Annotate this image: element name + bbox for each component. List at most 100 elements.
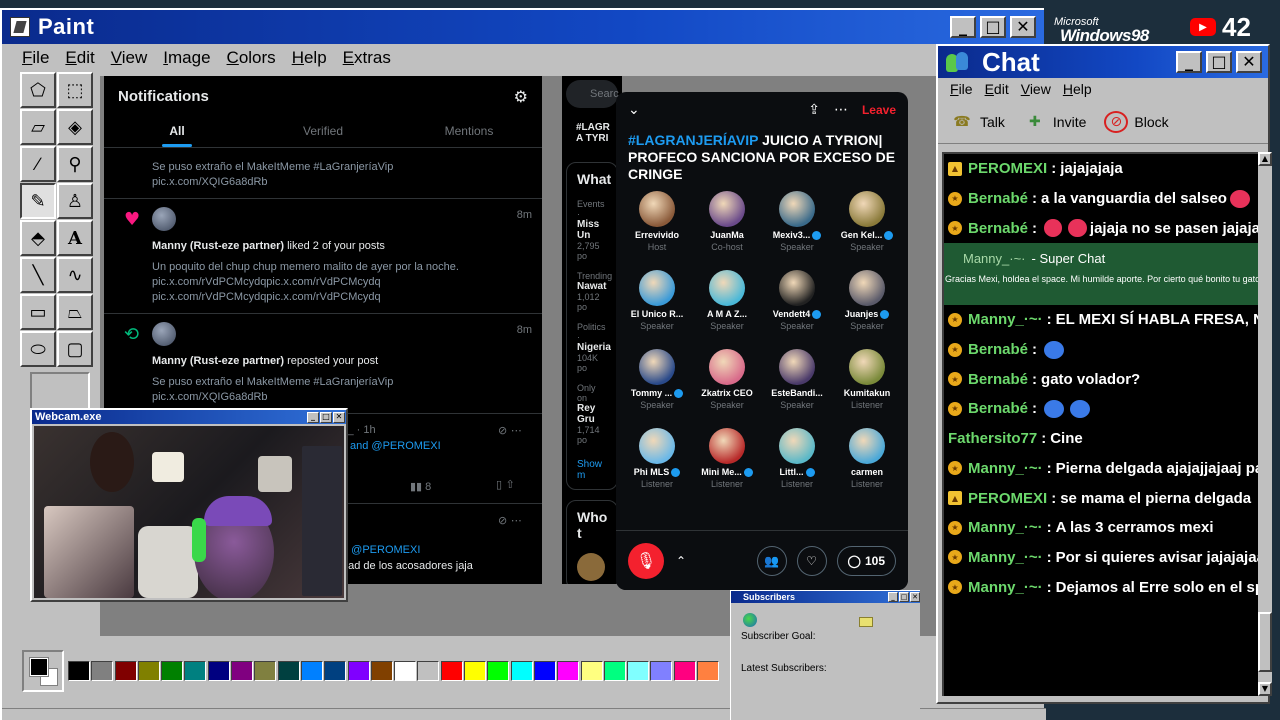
menu-help[interactable]: Help [286, 48, 333, 68]
heart-plus-icon[interactable]: ♡ [796, 545, 827, 576]
palette-swatch[interactable] [277, 661, 300, 681]
palette-swatch[interactable] [440, 661, 463, 681]
mention-link[interactable]: and @PEROMEXI [350, 440, 441, 452]
speaker-card[interactable]: Juanjes Speaker [832, 270, 902, 349]
chat-author[interactable]: Bernabé [968, 400, 1028, 417]
menu-edit[interactable]: Edit [981, 81, 1013, 97]
free-select-icon[interactable]: ⬠ [20, 72, 56, 108]
comments-button[interactable]: ◯ 105 [836, 545, 896, 576]
chat-author[interactable]: Manny_·~· [968, 460, 1043, 477]
chat-messages[interactable]: ▲ PEROMEXI: jajajajaja ★ Bernabé: a la vangua… [942, 152, 1260, 696]
speaker-card[interactable]: Phi MLS Listener [622, 428, 692, 507]
avatar[interactable] [152, 207, 176, 231]
palette-swatch[interactable] [231, 661, 254, 681]
notification-item[interactable]: Se puso extraño el MakeItMeme #LaGranjer… [104, 148, 542, 199]
chat-message[interactable]: ★ Bernabé: [944, 394, 1260, 424]
close-button[interactable]: ✕ [910, 592, 920, 602]
notification-item[interactable]: ♥ 8m Manny (Rust-eze partner) liked 2 of… [104, 199, 542, 314]
chat-author[interactable]: Bernabé [968, 341, 1028, 358]
chat-message[interactable]: ★ Bernabé: gato volador? [944, 364, 1260, 394]
avatar[interactable] [779, 270, 815, 306]
chat-message[interactable]: Fathersito77: Cine [944, 424, 1260, 454]
chat-author[interactable]: PEROMEXI [968, 160, 1047, 177]
speaker-card[interactable]: Vendett4 Speaker [762, 270, 832, 349]
palette-swatch[interactable] [300, 661, 323, 681]
avatar[interactable] [639, 428, 675, 464]
airbrush-icon[interactable]: ⬘ [20, 220, 56, 256]
palette-swatch[interactable] [207, 661, 230, 681]
minimize-button[interactable]: _ [888, 592, 898, 602]
palette-swatch[interactable] [370, 661, 393, 681]
ellipse-icon[interactable]: ⬭ [20, 331, 56, 367]
chat-author[interactable]: Bernabé [968, 190, 1028, 207]
palette-swatch[interactable] [417, 661, 440, 681]
speaker-card[interactable]: EsteBandi... Speaker [762, 349, 832, 428]
palette-swatch[interactable] [91, 661, 114, 681]
chat-titlebar[interactable]: Chat _ □ ✕ [938, 46, 1268, 78]
scroll-down-button[interactable]: ▼ [1258, 682, 1272, 696]
fill-icon[interactable]: ◈ [57, 109, 93, 145]
avatar[interactable] [709, 270, 745, 306]
menu-extras[interactable]: Extras [337, 48, 397, 68]
trend-title[interactable]: #LAGR A TYRI [562, 108, 622, 144]
palette-swatch[interactable] [510, 661, 533, 681]
menu-colors[interactable]: Colors [221, 48, 282, 68]
magnifier-icon[interactable]: ⚲ [57, 146, 93, 182]
chat-author[interactable]: Manny_·~· [968, 549, 1043, 566]
palette-swatch[interactable] [533, 661, 556, 681]
space-hashtag[interactable]: #LAGRANJERÍAVIP [628, 132, 758, 148]
subscribers-titlebar[interactable]: Subscribers _ □ ✕ [731, 591, 920, 603]
leave-button[interactable]: Leave [862, 103, 896, 117]
menu-view[interactable]: View [105, 48, 154, 68]
minimize-button[interactable]: _ [1176, 51, 1202, 73]
menu-help[interactable]: Help [1059, 81, 1096, 97]
rounded-rect-icon[interactable]: ▢ [57, 331, 93, 367]
chat-author[interactable]: Bernabé [968, 371, 1028, 388]
palette-swatch[interactable] [603, 661, 626, 681]
avatar[interactable] [709, 349, 745, 385]
chevron-up-icon[interactable]: ⌃ [676, 554, 686, 568]
speaker-card[interactable]: A M A Z... Speaker [692, 270, 762, 349]
speaker-card[interactable]: Gen Kel... Speaker [832, 191, 902, 270]
invite-button[interactable]: ✚ Invite [1023, 111, 1086, 133]
avatar[interactable] [849, 191, 885, 227]
avatar[interactable] [779, 349, 815, 385]
talk-button[interactable]: ☎ Talk [950, 111, 1005, 133]
palette-swatch[interactable] [650, 661, 673, 681]
share-icon[interactable]: ⇪ [808, 102, 820, 118]
trend-item[interactable]: Nigeria [577, 342, 611, 353]
more-icon[interactable]: ⋯ [834, 102, 848, 118]
chat-author[interactable]: Manny_·~· [968, 579, 1043, 596]
notif-link[interactable]: pic.x.com/rVdPCMcydqpic.x.com/rVdPCMcydq [152, 275, 528, 290]
tab-all[interactable]: All [104, 116, 250, 147]
palette-swatch[interactable] [464, 661, 487, 681]
tab-verified[interactable]: Verified [250, 116, 396, 147]
rect-select-icon[interactable]: ⬚ [57, 72, 93, 108]
palette-swatch[interactable] [324, 661, 347, 681]
paint-titlebar[interactable]: Paint _ □ ✕ [2, 10, 1044, 44]
eraser-icon[interactable]: ▱ [20, 109, 56, 145]
scroll-thumb[interactable] [1258, 612, 1272, 672]
speaker-card[interactable]: Littl... Listener [762, 428, 832, 507]
chat-scrollbar[interactable]: ▲ ▼ [1258, 152, 1272, 696]
superchat-message[interactable]: Manny_·~· - Super Chat Gracias Mexi, holde… [944, 243, 1260, 306]
maximize-button[interactable]: □ [899, 592, 909, 602]
palette-swatch[interactable] [487, 661, 510, 681]
pencil-icon[interactable]: ✎ [20, 183, 56, 219]
chat-message[interactable]: ★ Manny_·~·: Pierna delgada ajajajjajaaj p… [944, 454, 1260, 484]
polygon-icon[interactable]: ⏢ [57, 294, 93, 330]
chat-author[interactable]: Manny_·~· [968, 519, 1043, 536]
avatar[interactable] [639, 191, 675, 227]
speaker-card[interactable]: El Unico R... Speaker [622, 270, 692, 349]
notif-link[interactable]: pic.x.com/XQIG6a8dRb [152, 175, 528, 190]
palette-swatch[interactable] [68, 661, 90, 681]
grok-icon[interactable]: ⊘ ⋯ [498, 424, 522, 437]
menu-image[interactable]: Image [157, 48, 216, 68]
speaker-card[interactable]: JuanMa Co-host [692, 191, 762, 270]
trend-item[interactable]: Rey Gru [577, 403, 607, 425]
views-count[interactable]: ▮▮ 8 [410, 480, 431, 493]
chat-message[interactable]: ★ Bernabé: [944, 335, 1260, 365]
webcam-titlebar[interactable]: Webcam.exe _ □ ✕ [32, 410, 346, 424]
trend-item[interactable]: Miss Un [577, 219, 607, 241]
palette-swatch[interactable] [580, 661, 603, 681]
